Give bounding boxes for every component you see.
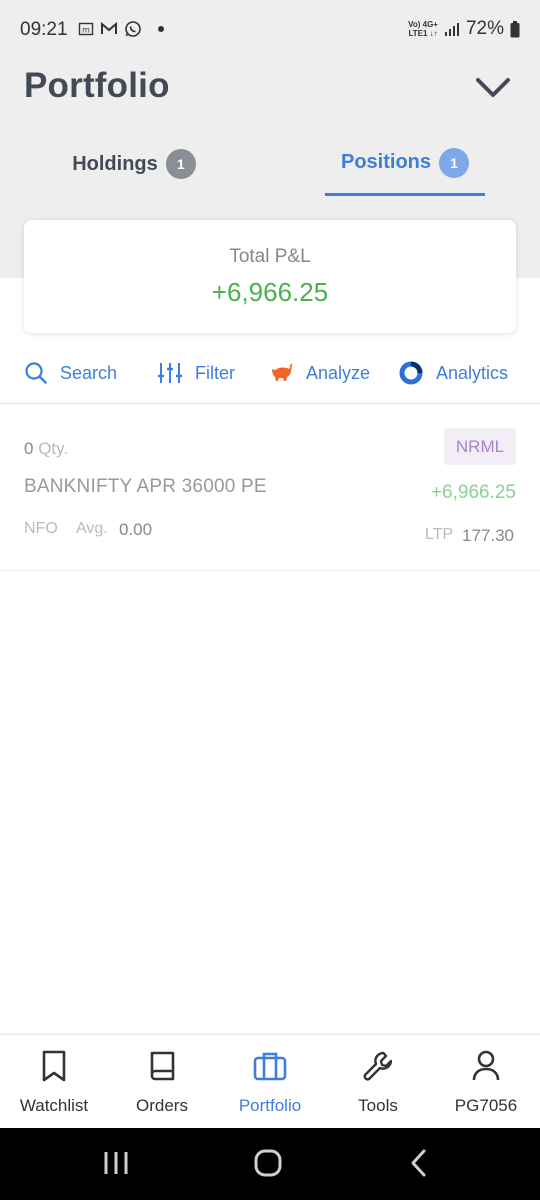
signal-icon bbox=[444, 23, 459, 36]
home-button[interactable] bbox=[252, 1146, 284, 1185]
analytics-ring-icon bbox=[399, 361, 423, 385]
position-pnl: +6,966.25 bbox=[430, 482, 516, 503]
battery-icon bbox=[510, 20, 520, 37]
nav-profile[interactable]: PG7056 bbox=[432, 1035, 540, 1129]
positions-count-badge: 1 bbox=[439, 147, 469, 178]
ltp-label: LTP bbox=[425, 526, 454, 543]
tab-holdings-label: Holdings bbox=[72, 152, 158, 175]
status-right: Vo) 4G+ LTE1 ↓↑ 72% bbox=[408, 18, 520, 40]
bull-icon bbox=[272, 363, 293, 381]
user-icon bbox=[472, 1050, 500, 1081]
tab-holdings[interactable]: Holdings 1 bbox=[44, 132, 224, 196]
nav-profile-label: PG7056 bbox=[454, 1096, 518, 1115]
more-notifications-dot bbox=[158, 26, 164, 32]
network-indicator: Vo) 4G+ LTE1 ↓↑ bbox=[408, 20, 438, 38]
position-qty: 0 Qty. bbox=[24, 439, 69, 458]
position-row[interactable]: 0 Qty. NRML BANKNIFTY APR 36000 PE +6,96… bbox=[0, 404, 540, 571]
filter-button[interactable]: Filter bbox=[157, 358, 235, 388]
filter-sliders-icon bbox=[158, 363, 182, 383]
nav-tools[interactable]: Tools bbox=[324, 1035, 432, 1129]
product-type-badge: NRML bbox=[444, 428, 516, 465]
chevron-down-icon bbox=[476, 78, 510, 97]
analyze-label: Analyze bbox=[306, 362, 371, 383]
app-notification-icon: m bbox=[78, 22, 94, 36]
total-pnl-card: Total P&L +6,966.25 bbox=[24, 220, 516, 333]
ltp-value: 177.30 bbox=[462, 526, 514, 545]
holdings-count-badge: 1 bbox=[165, 149, 196, 179]
briefcase-icon bbox=[253, 1052, 287, 1081]
analyze-button[interactable]: Analyze bbox=[270, 358, 370, 388]
home-icon bbox=[254, 1149, 282, 1177]
bottom-navigation: Watchlist Orders Portfolio Tools PG7056 bbox=[0, 1034, 540, 1128]
wrench-icon bbox=[363, 1051, 393, 1081]
whatsapp-icon bbox=[125, 21, 141, 37]
analytics-label: Analytics bbox=[436, 362, 509, 383]
back-button[interactable] bbox=[404, 1146, 432, 1185]
back-icon bbox=[411, 1149, 426, 1177]
bookmark-icon bbox=[42, 1050, 66, 1082]
recent-apps-icon bbox=[104, 1152, 128, 1174]
avg-price-value: 0.00 bbox=[119, 520, 153, 539]
nav-tools-label: Tools bbox=[358, 1096, 398, 1115]
total-pnl-value: +6,966.25 bbox=[211, 277, 329, 307]
recent-apps-button[interactable] bbox=[102, 1146, 130, 1185]
book-icon bbox=[150, 1051, 175, 1081]
collapse-button[interactable] bbox=[470, 70, 516, 106]
status-time: 09:21 bbox=[20, 19, 68, 40]
gmail-icon bbox=[101, 21, 117, 34]
battery-percent: 72% bbox=[465, 18, 504, 39]
filter-label: Filter bbox=[195, 362, 235, 383]
status-bar: 09:21 m Vo) 4G+ LTE1 ↓↑ 72% bbox=[0, 0, 540, 60]
svg-text:m: m bbox=[82, 26, 90, 35]
page-title: Portfolio bbox=[24, 66, 170, 105]
nav-orders-label: Orders bbox=[136, 1096, 188, 1115]
total-pnl-label: Total P&L bbox=[229, 246, 311, 267]
tab-positions-label: Positions bbox=[340, 151, 431, 173]
search-button[interactable]: Search bbox=[24, 358, 117, 388]
system-navigation-bar bbox=[0, 1128, 540, 1200]
analytics-button[interactable]: Analytics bbox=[398, 358, 508, 388]
positions-toolbar: Search Filter Analyze Analytics bbox=[0, 348, 540, 404]
nav-portfolio[interactable]: Portfolio bbox=[216, 1035, 324, 1129]
instrument-name: BANKNIFTY APR 36000 PE bbox=[24, 476, 267, 497]
avg-price-label: Avg. bbox=[76, 520, 108, 537]
nav-orders[interactable]: Orders bbox=[108, 1035, 216, 1129]
search-label: Search bbox=[60, 362, 118, 383]
tab-positions[interactable]: Positions 1 bbox=[325, 132, 485, 196]
nav-watchlist[interactable]: Watchlist bbox=[0, 1035, 108, 1129]
nav-portfolio-label: Portfolio bbox=[238, 1096, 302, 1115]
exchange-label: NFO bbox=[24, 520, 58, 537]
search-icon bbox=[25, 362, 47, 384]
nav-watchlist-label: Watchlist bbox=[19, 1096, 89, 1115]
notification-icons: m bbox=[78, 20, 164, 38]
